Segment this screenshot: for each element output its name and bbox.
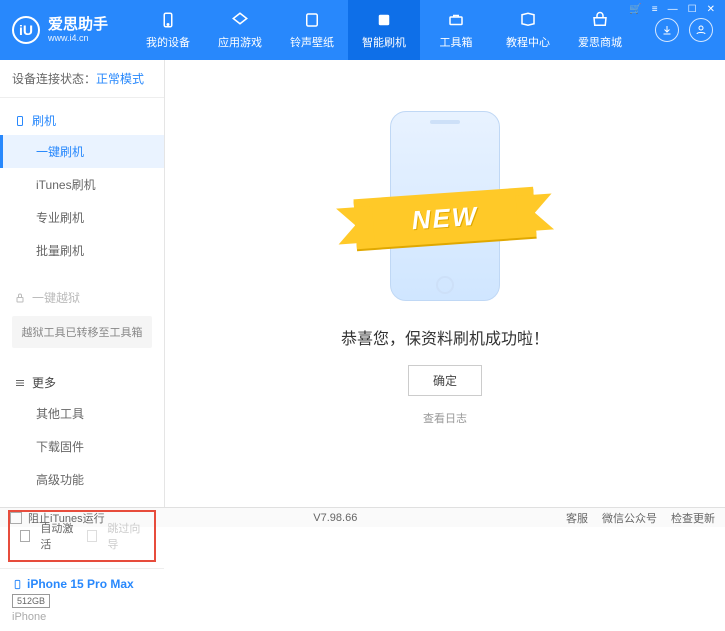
- menu-icon[interactable]: ≡: [650, 4, 660, 15]
- group-head-jailbreak: 一键越狱: [0, 283, 164, 312]
- skip-setup-checkbox: [87, 530, 97, 542]
- nav-label: 应用游戏: [218, 34, 262, 50]
- wechat-link[interactable]: 微信公众号: [602, 510, 657, 526]
- block-itunes-label: 阻止iTunes运行: [28, 510, 105, 526]
- main-content: NEW 恭喜您，保资料刷机成功啦！ 确定 查看日志: [165, 60, 725, 507]
- group-title: 更多: [32, 374, 56, 391]
- nav-store[interactable]: 爱思商城: [564, 0, 636, 60]
- nav-label: 教程中心: [506, 34, 550, 50]
- minimize-button[interactable]: —: [666, 4, 680, 15]
- view-log-link[interactable]: 查看日志: [423, 410, 467, 426]
- ribbon-text: NEW: [411, 200, 480, 236]
- user-button[interactable]: [689, 18, 713, 42]
- toolbox-icon: [446, 10, 466, 30]
- store-icon: [590, 10, 610, 30]
- logo-icon: iU: [12, 16, 40, 44]
- group-title: 一键越狱: [32, 289, 80, 306]
- nav-label: 工具箱: [440, 34, 473, 50]
- ok-button[interactable]: 确定: [408, 365, 482, 396]
- auto-activate-checkbox[interactable]: [20, 530, 30, 542]
- window-controls: 🛒 ≡ — ☐ ✕: [627, 4, 717, 15]
- header-actions: [655, 18, 713, 42]
- nav-label: 智能刷机: [362, 34, 406, 50]
- jailbreak-note: 越狱工具已转移至工具箱: [12, 316, 152, 348]
- nav-label: 爱思商城: [578, 34, 622, 50]
- lock-icon: [14, 292, 26, 304]
- update-link[interactable]: 检查更新: [671, 510, 715, 526]
- more-icon: [14, 377, 26, 389]
- block-itunes-checkbox[interactable]: [10, 512, 22, 524]
- app-body: 设备连接状态：正常模式 刷机 一键刷机 iTunes刷机 专业刷机 批量刷机 一…: [0, 60, 725, 507]
- sidebar-item-firmware[interactable]: 下载固件: [0, 430, 164, 463]
- sidebar-item-advanced[interactable]: 高级功能: [0, 463, 164, 496]
- nav-wallpaper[interactable]: 铃声壁纸: [276, 0, 348, 60]
- connection-status: 设备连接状态：正常模式: [0, 60, 164, 98]
- app-header: 🛒 ≡ — ☐ ✕ iU 爱思助手 www.i4.cn 我的设备 应用游戏 铃声…: [0, 0, 725, 60]
- phone-icon: [12, 579, 23, 590]
- sidebar-item-oneclick[interactable]: 一键刷机: [0, 135, 164, 168]
- nav-tutorials[interactable]: 教程中心: [492, 0, 564, 60]
- skip-setup-label: 跳过向导: [107, 520, 144, 552]
- sidebar-group-more: 更多 其他工具 下载固件 高级功能: [0, 360, 164, 504]
- version-label: V7.98.66: [313, 512, 357, 524]
- maximize-button[interactable]: ☐: [686, 4, 699, 15]
- nav-toolbox[interactable]: 工具箱: [420, 0, 492, 60]
- sidebar-item-itunes[interactable]: iTunes刷机: [0, 168, 164, 201]
- nav-my-device[interactable]: 我的设备: [132, 0, 204, 60]
- sidebar-group-jailbreak: 一键越狱 越狱工具已转移至工具箱: [0, 275, 164, 360]
- group-title: 刷机: [32, 112, 56, 129]
- sidebar-item-batch[interactable]: 批量刷机: [0, 234, 164, 267]
- group-head-more[interactable]: 更多: [0, 368, 164, 397]
- logo[interactable]: iU 爱思助手 www.i4.cn: [12, 16, 132, 44]
- success-illustration: NEW: [390, 111, 500, 301]
- cart-icon[interactable]: 🛒: [627, 4, 643, 15]
- top-nav: 我的设备 应用游戏 铃声壁纸 智能刷机 工具箱 教程中心 爱思商城: [132, 0, 655, 60]
- sidebar: 设备连接状态：正常模式 刷机 一键刷机 iTunes刷机 专业刷机 批量刷机 一…: [0, 60, 165, 507]
- nav-label: 铃声壁纸: [290, 34, 334, 50]
- device-info[interactable]: iPhone 15 Pro Max 512GB iPhone: [0, 568, 164, 631]
- footer-links: 客服 微信公众号 检查更新: [566, 510, 715, 526]
- sidebar-item-pro[interactable]: 专业刷机: [0, 201, 164, 234]
- close-button[interactable]: ✕: [705, 4, 717, 15]
- nav-apps[interactable]: 应用游戏: [204, 0, 276, 60]
- sidebar-group-flash: 刷机 一键刷机 iTunes刷机 专业刷机 批量刷机: [0, 98, 164, 275]
- brand-url: www.i4.cn: [48, 33, 108, 43]
- music-icon: [302, 10, 322, 30]
- phone-icon: [14, 115, 26, 127]
- sidebar-item-othertools[interactable]: 其他工具: [0, 397, 164, 430]
- device-icon: [158, 10, 178, 30]
- brand-name: 爱思助手: [48, 17, 108, 34]
- group-head-flash[interactable]: 刷机: [0, 106, 164, 135]
- flash-icon: [374, 10, 394, 30]
- status-label: 设备连接状态：: [12, 72, 96, 86]
- new-ribbon: NEW: [353, 187, 536, 249]
- support-link[interactable]: 客服: [566, 510, 588, 526]
- success-message: 恭喜您，保资料刷机成功啦！: [341, 325, 549, 349]
- status-value: 正常模式: [96, 72, 144, 86]
- device-name: iPhone 15 Pro Max: [12, 577, 152, 591]
- nav-label: 我的设备: [146, 34, 190, 50]
- device-storage: 512GB: [12, 594, 50, 608]
- footer-left: 阻止iTunes运行: [10, 510, 105, 526]
- nav-flash[interactable]: 智能刷机: [348, 0, 420, 60]
- apps-icon: [230, 10, 250, 30]
- book-icon: [518, 10, 538, 30]
- device-type: iPhone: [12, 611, 152, 623]
- download-button[interactable]: [655, 18, 679, 42]
